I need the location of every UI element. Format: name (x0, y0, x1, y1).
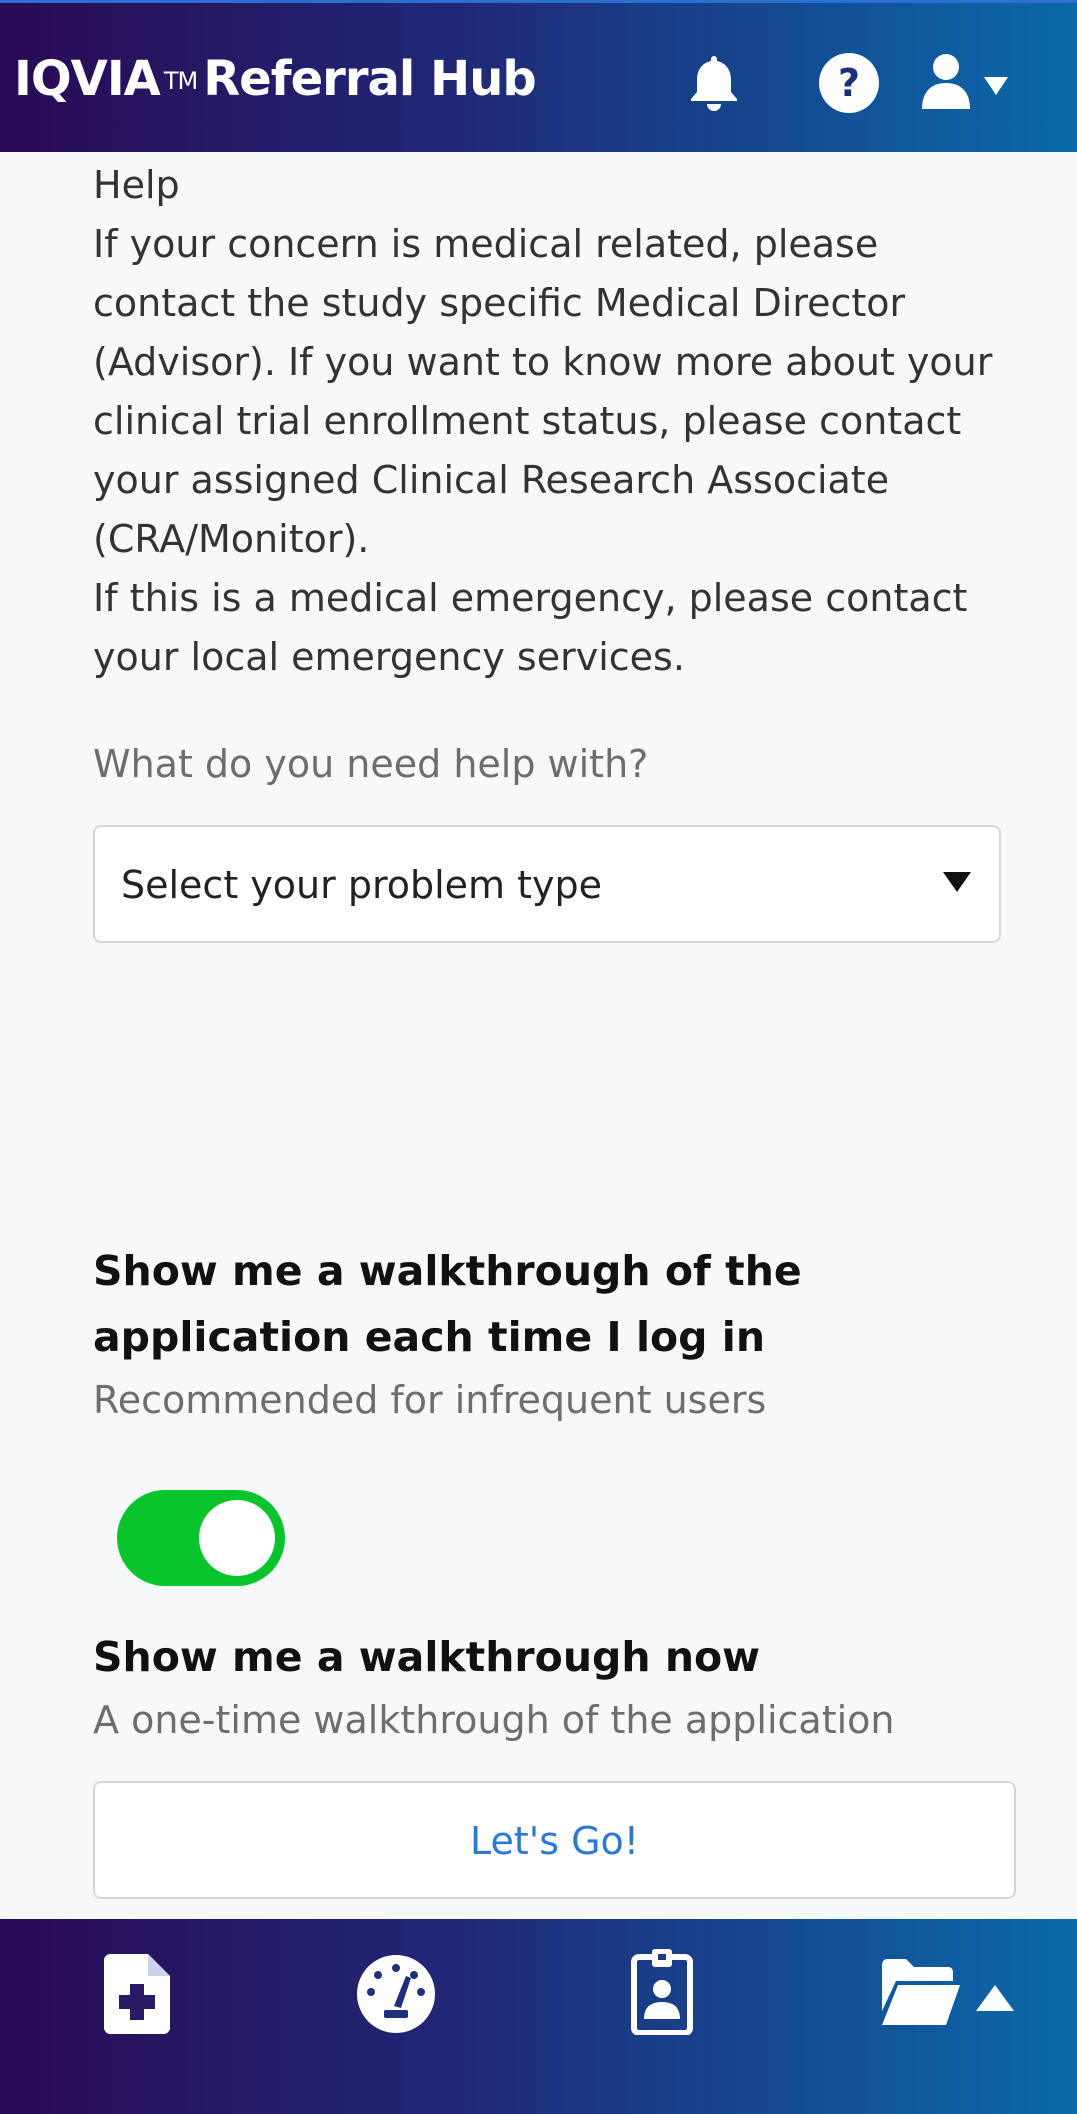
problem-type-select[interactable]: Select your problem type (93, 825, 1001, 943)
dashboard-icon[interactable] (356, 1954, 436, 2034)
help-paragraph-medical: If your concern is medical related, plea… (93, 222, 993, 561)
caret-up-icon[interactable] (976, 1985, 1014, 2011)
walkthrough-login-subtitle: Recommended for infrequent users (93, 1378, 767, 1422)
app-title: IQVIA TM Referral Hub (14, 49, 537, 109)
product-name: Referral Hub (203, 51, 537, 107)
clipboard-badge-icon[interactable] (630, 1949, 694, 2035)
help-paragraph-emergency: If this is a medical emergency, please c… (93, 576, 968, 679)
bell-icon[interactable] (682, 52, 746, 112)
brand-name: IQVIA (14, 51, 161, 107)
walkthrough-toggle[interactable] (117, 1490, 285, 1586)
user-icon[interactable] (920, 53, 972, 109)
problem-type-value: Select your problem type (121, 863, 603, 907)
svg-text:?: ? (838, 61, 860, 105)
lets-go-button[interactable]: Let's Go! (93, 1781, 1016, 1899)
help-icon[interactable]: ? (818, 52, 880, 114)
help-heading: Help (93, 163, 180, 207)
new-referral-icon[interactable] (104, 1954, 170, 2034)
walkthrough-now-subtitle: A one-time walkthrough of the applicatio… (93, 1698, 895, 1742)
app-header: IQVIA TM Referral Hub ? (0, 0, 1077, 152)
walkthrough-login-title: Show me a walkthrough of the application… (93, 1247, 802, 1361)
bottom-nav (0, 1919, 1077, 2114)
walkthrough-now-title: Show me a walkthrough now (93, 1633, 761, 1681)
dropdown-arrow-icon (943, 872, 971, 892)
caret-down-icon[interactable] (984, 77, 1008, 95)
problem-question-label: What do you need help with? (93, 742, 649, 786)
trademark: TM (163, 67, 198, 95)
toggle-knob (199, 1500, 275, 1576)
help-section: Help If your concern is medical related,… (93, 152, 1023, 687)
folder-icon[interactable] (882, 1959, 960, 2025)
